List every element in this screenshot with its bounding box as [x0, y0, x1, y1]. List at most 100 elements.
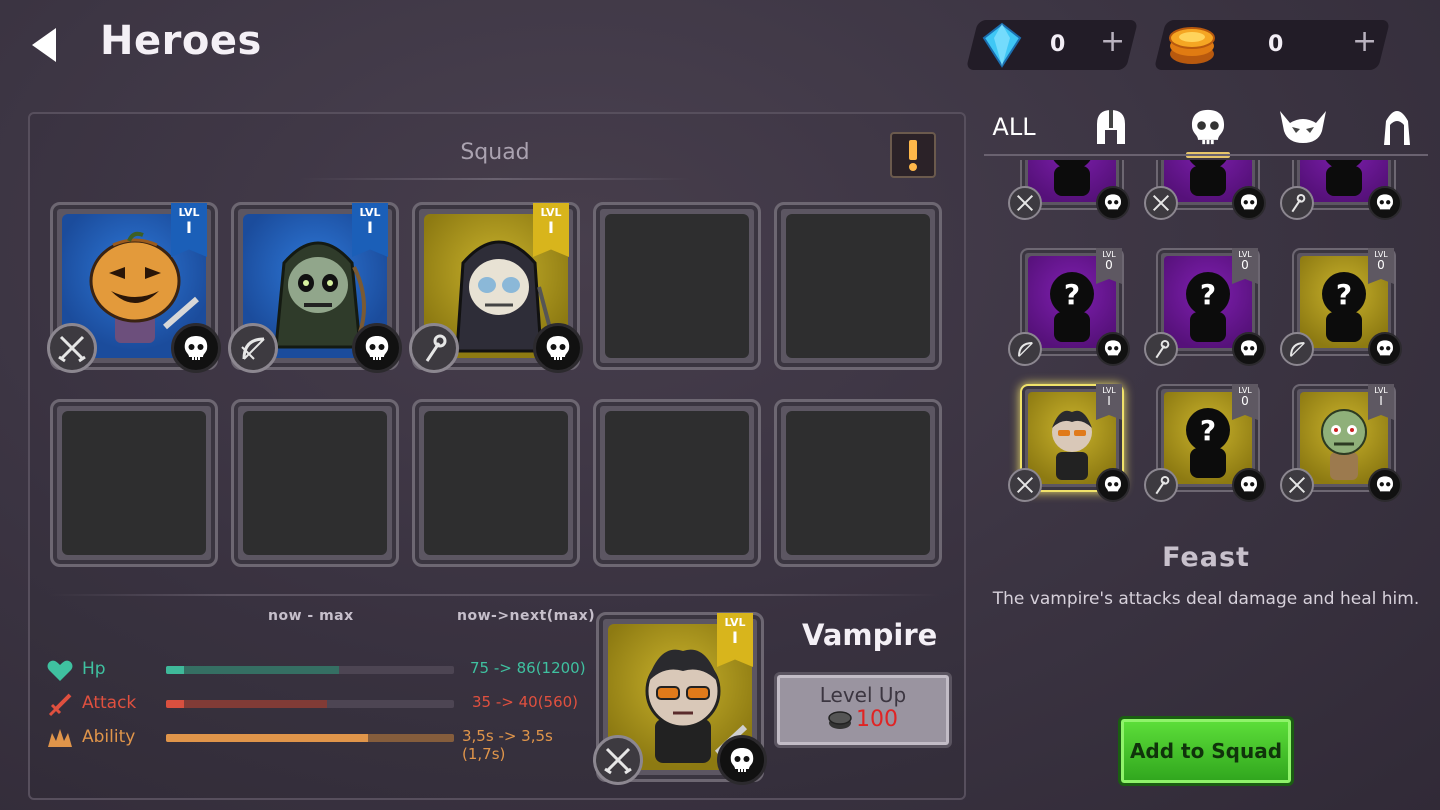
squad-slot-empty[interactable]: [774, 399, 942, 567]
faction-badge: [533, 323, 583, 373]
zombie-hero-icon: [1321, 409, 1367, 480]
svg-text:?: ?: [1200, 278, 1216, 311]
roster-card-zombie[interactable]: LVL I: [1280, 384, 1402, 502]
swords-icon: [1288, 476, 1306, 494]
back-button[interactable]: [26, 24, 66, 66]
selected-hero-portrait: LVL I: [593, 612, 767, 785]
helmet-icon: [1097, 110, 1125, 144]
roster-card[interactable]: [1280, 160, 1402, 220]
stats-divider: [50, 594, 940, 596]
level-flag: LVL I: [171, 203, 207, 257]
staff-icon: [1291, 194, 1306, 213]
stats-header-now-max: now - max: [268, 608, 354, 624]
skull-icon: [1240, 340, 1258, 356]
hero-roster: ? LVL 0 ? LVL 0 ? LVL 0 LVL I ? LVL 0 LVL I: [984, 160, 1428, 520]
gem-add-button[interactable]: +: [1100, 24, 1125, 59]
sword-icon: [48, 693, 72, 717]
skull-icon: [730, 748, 754, 772]
skull-icon: [546, 336, 570, 360]
bow-icon: [1290, 342, 1305, 357]
squad-slot-empty[interactable]: [593, 202, 761, 370]
squad-slot-empty[interactable]: [412, 399, 580, 567]
faction-badge: [171, 323, 221, 373]
role-badge: [409, 323, 459, 373]
filter-tab-demon[interactable]: [1276, 104, 1330, 150]
skull-icon: [1376, 476, 1394, 492]
coin-count: 0: [1268, 32, 1284, 57]
coin-counter: 0 +: [1153, 20, 1391, 70]
skull-icon: [1191, 109, 1225, 145]
squad-slot-empty[interactable]: [50, 399, 218, 567]
staff-icon: [1155, 340, 1170, 359]
squad-slot-empty[interactable]: [231, 399, 399, 567]
stat-label: Attack: [82, 693, 137, 713]
skull-icon: [1104, 476, 1122, 492]
squad-divider: [300, 178, 690, 180]
swords-icon: [604, 747, 632, 775]
staff-icon: [1155, 476, 1170, 495]
info-alert-button[interactable]: [890, 132, 936, 178]
stat-bar: [166, 700, 454, 708]
level-flag: LVL I: [533, 203, 569, 257]
roster-card[interactable]: ? LVL 0: [1144, 384, 1266, 502]
level-flag: LVL I: [717, 613, 753, 667]
gem-counter: 0 +: [965, 20, 1139, 70]
filter-tab-all[interactable]: ALL: [986, 104, 1042, 150]
squad-slot-pumpkin[interactable]: LVL I: [47, 202, 221, 373]
roster-card[interactable]: ? LVL 0: [1280, 248, 1402, 366]
hood-icon: [1384, 111, 1410, 145]
add-to-squad-button[interactable]: Add to Squad: [1118, 716, 1294, 786]
squad-slot-empty[interactable]: [593, 399, 761, 567]
squad-slot-reaper[interactable]: LVL I: [409, 202, 583, 373]
svg-text:?: ?: [1336, 278, 1352, 311]
stat-row-ability: Ability 3,5s -> 3,5s (1,7s): [46, 725, 591, 763]
heart-icon: [47, 660, 73, 681]
skull-icon: [1240, 194, 1258, 210]
demon-icon: [1280, 111, 1326, 143]
stat-row-attack: Attack 35 -> 40(560): [46, 691, 591, 719]
stat-label: Hp: [82, 659, 106, 679]
locked-hero-silhouette-icon: ?: [1050, 272, 1094, 342]
stat-value: 3,5s -> 3,5s (1,7s): [462, 727, 553, 763]
faction-badge: [352, 323, 402, 373]
roster-card[interactable]: ? LVL 0: [1008, 248, 1130, 366]
roster-card-vampire[interactable]: LVL I: [1008, 384, 1130, 502]
selected-hero-name: Vampire: [802, 618, 938, 652]
svg-text:?: ?: [1064, 278, 1080, 311]
stat-bar: [166, 666, 454, 674]
squad-title: Squad: [460, 140, 530, 165]
locked-hero-silhouette-icon: [1189, 160, 1227, 196]
swords-icon: [1016, 194, 1034, 212]
vampire-hero-icon: [1052, 410, 1092, 480]
level-up-button[interactable]: Level Up 100: [774, 672, 952, 748]
roster-card[interactable]: [1144, 160, 1266, 220]
ability-name: Feast: [1162, 542, 1250, 573]
filter-tab-hooded[interactable]: [1374, 104, 1420, 150]
roster-card[interactable]: [1008, 160, 1130, 220]
locked-hero-silhouette-icon: [1053, 160, 1091, 196]
swords-icon: [58, 335, 86, 363]
page-title: Heroes: [100, 18, 262, 64]
stat-value: 35 -> 40(560): [472, 693, 579, 711]
filter-tab-warrior[interactable]: [1088, 104, 1134, 150]
locked-hero-silhouette-icon: ?: [1186, 272, 1230, 342]
skull-icon: [1376, 340, 1394, 356]
squad-slot-empty[interactable]: [774, 202, 942, 370]
squad-slot-hooded-archer[interactable]: LVL I: [228, 202, 402, 373]
swords-icon: [1016, 476, 1034, 494]
coin-icon: [1168, 27, 1215, 64]
skull-icon: [365, 336, 389, 360]
bow-icon: [241, 337, 265, 360]
role-badge: [593, 735, 643, 785]
skull-icon: [1104, 340, 1122, 356]
svg-text:?: ?: [1200, 414, 1216, 447]
skull-icon: [1104, 194, 1122, 210]
bow-icon: [1018, 342, 1033, 357]
coin-add-button[interactable]: +: [1352, 24, 1377, 59]
skull-icon: [184, 336, 208, 360]
roster-card[interactable]: ? LVL 0: [1144, 248, 1266, 366]
level-up-cost: 100: [856, 707, 898, 732]
filter-tab-undead[interactable]: [1182, 104, 1234, 150]
locked-hero-silhouette-icon: [1325, 160, 1363, 196]
burst-icon: [48, 729, 72, 747]
